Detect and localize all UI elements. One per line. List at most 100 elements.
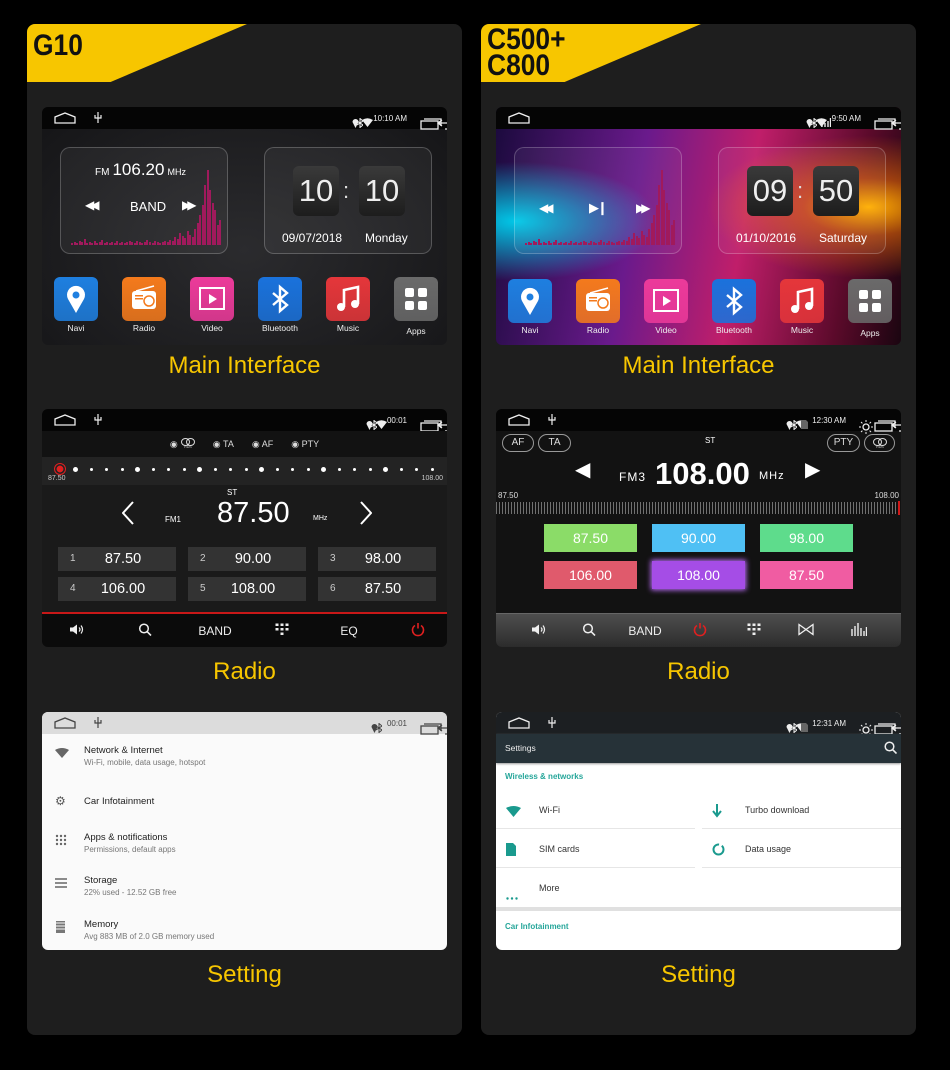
preset-button[interactable]: 108.00 xyxy=(652,561,745,589)
search-icon[interactable] xyxy=(884,741,898,759)
fast-forward-icon[interactable]: ▶▶ xyxy=(182,198,197,212)
settings-item-subtitle: Avg 883 MB of 2.0 GB memory used xyxy=(84,932,215,941)
app-video[interactable] xyxy=(190,277,234,321)
ta-button[interactable]: TA xyxy=(538,434,571,452)
spectrum-bar xyxy=(219,220,222,245)
preset-button[interactable]: 98.00 xyxy=(760,524,853,552)
rds-option-af[interactable]: ◉ AF xyxy=(252,439,273,450)
settings-item-more[interactable]: More xyxy=(496,870,695,907)
clock-widget: 09:50 01/10/2016 Saturday xyxy=(718,147,886,254)
seek-prev-button[interactable] xyxy=(121,501,134,530)
eq-button[interactable]: EQ xyxy=(340,624,357,638)
settings-item-wi-fi[interactable]: Wi-Fi xyxy=(496,792,695,829)
scale-dot xyxy=(135,466,140,472)
seek-next-button[interactable] xyxy=(360,501,373,530)
band-label: FM1 xyxy=(165,515,181,524)
keypad-button[interactable] xyxy=(275,623,289,639)
af-button[interactable]: AF xyxy=(502,434,534,452)
rds-toggle[interactable]: ◉ RDS xyxy=(170,438,195,450)
clock-day: Monday xyxy=(365,231,408,245)
app-radio[interactable] xyxy=(576,279,620,323)
stereo-indicator: ST xyxy=(227,488,238,497)
settings-title: Settings xyxy=(505,743,536,753)
app-label: Apps xyxy=(860,328,880,338)
settings-item-sim-cards[interactable]: SIM cards xyxy=(496,831,695,868)
rds-option-ta[interactable]: ◉ TA xyxy=(213,439,234,450)
play-pause-icon[interactable]: ▶❙ xyxy=(589,200,608,216)
power-button[interactable] xyxy=(693,623,707,640)
preset-button[interactable]: 6 87.50 xyxy=(318,577,436,601)
scale-dot xyxy=(89,467,93,471)
preset-number: 4 xyxy=(70,583,76,594)
settings-item-apps-notifications[interactable]: Apps & notifications Permissions, default… xyxy=(42,824,447,860)
preset-button[interactable]: 2 90.00 xyxy=(188,547,306,571)
search-button[interactable] xyxy=(582,623,596,639)
app-apps[interactable] xyxy=(848,279,892,323)
clock-minutes: 10 xyxy=(359,166,405,216)
app-navi[interactable] xyxy=(54,277,98,321)
volume-button[interactable] xyxy=(69,624,85,639)
rds-option-pty[interactable]: ◉ PTY xyxy=(291,439,319,450)
band-button[interactable]: BAND xyxy=(198,624,231,638)
status-time: 12:30 AM xyxy=(812,415,846,425)
app-apps[interactable] xyxy=(394,277,438,321)
app-music[interactable] xyxy=(780,279,824,323)
app-label: Navi xyxy=(67,323,85,333)
svg-text:RDS: RDS xyxy=(876,445,884,448)
preset-button[interactable]: 87.50 xyxy=(544,524,637,552)
rewind-icon[interactable]: ◀◀ xyxy=(85,198,100,212)
scale-dot xyxy=(167,467,170,471)
app-label: Radio xyxy=(586,325,610,335)
keypad-button[interactable] xyxy=(747,623,761,639)
settings-item-storage[interactable]: Storage 22% used - 12.52 GB free xyxy=(42,867,447,903)
preset-button[interactable]: 106.00 xyxy=(544,561,637,589)
settings-item-memory[interactable]: Memory Avg 883 MB of 2.0 GB memory used xyxy=(42,911,447,947)
scale-dot xyxy=(337,467,341,471)
radio-widget[interactable]: FM 106.20 MHz ◀◀ BAND ▶▶ xyxy=(60,147,228,254)
settings-item-data-usage[interactable]: Data usage xyxy=(702,831,901,868)
settings-item-network-internet[interactable]: Network & Internet Wi-Fi, mobile, data us… xyxy=(42,737,447,773)
pty-button[interactable]: PTY xyxy=(827,434,860,452)
scale-max: 108.00 xyxy=(421,475,443,482)
status-right: 10:10 AM xyxy=(352,107,447,130)
app-music[interactable] xyxy=(326,277,370,321)
app-label: Music xyxy=(790,325,814,335)
band-button[interactable]: BAND xyxy=(628,624,661,638)
preset-button[interactable]: 3 98.00 xyxy=(318,547,436,571)
caption-radio: Radio xyxy=(213,658,276,685)
app-radio[interactable] xyxy=(122,277,166,321)
status-right: 00:01 xyxy=(371,712,447,735)
power-button[interactable] xyxy=(411,623,425,640)
app-navi[interactable] xyxy=(508,279,552,323)
app-bluetooth[interactable] xyxy=(712,279,756,323)
app-bluetooth[interactable] xyxy=(258,277,302,321)
equalizer-button[interactable] xyxy=(851,623,868,639)
settings-item-turbo-download[interactable]: Turbo download xyxy=(702,792,901,829)
preset-button[interactable]: 90.00 xyxy=(652,524,745,552)
volume-button[interactable] xyxy=(531,624,547,639)
band-button[interactable]: BAND xyxy=(130,199,166,214)
preset-button[interactable]: 4 106.00 xyxy=(58,577,176,601)
media-widget[interactable]: ◀◀ ▶❙ ▶▶ xyxy=(514,147,682,254)
scale-dot xyxy=(182,467,186,471)
fast-forward-icon[interactable]: ▶▶ xyxy=(636,201,651,215)
scale-min: 87.50 xyxy=(48,475,66,482)
frequency-scale[interactable]: 87.50 108.00 xyxy=(42,457,447,485)
clock-hours: 09 xyxy=(747,166,793,216)
stereo-mono-button[interactable] xyxy=(798,623,814,639)
app-video[interactable] xyxy=(644,279,688,323)
settings-item-title: Network & Internet xyxy=(84,745,163,756)
preset-button[interactable]: 5 108.00 xyxy=(188,577,306,601)
preset-button[interactable]: 1 87.50 xyxy=(58,547,176,571)
settings-screen: 00:01 Network & Internet Wi-Fi, mobile, da… xyxy=(42,712,447,950)
rds-button[interactable]: RDS xyxy=(864,434,895,452)
seek-next-button[interactable]: ▶ xyxy=(805,457,820,482)
settings-item-car-infotainment[interactable]: ⚙ Car Infotainment xyxy=(42,786,447,822)
grid-icon xyxy=(848,290,892,327)
search-button[interactable] xyxy=(138,623,152,639)
rewind-icon[interactable]: ◀◀ xyxy=(539,201,554,215)
seek-prev-button[interactable]: ◀ xyxy=(575,457,590,482)
scale-dot xyxy=(368,467,372,471)
preset-button[interactable]: 87.50 xyxy=(760,561,853,589)
frequency-scale[interactable] xyxy=(496,502,901,514)
